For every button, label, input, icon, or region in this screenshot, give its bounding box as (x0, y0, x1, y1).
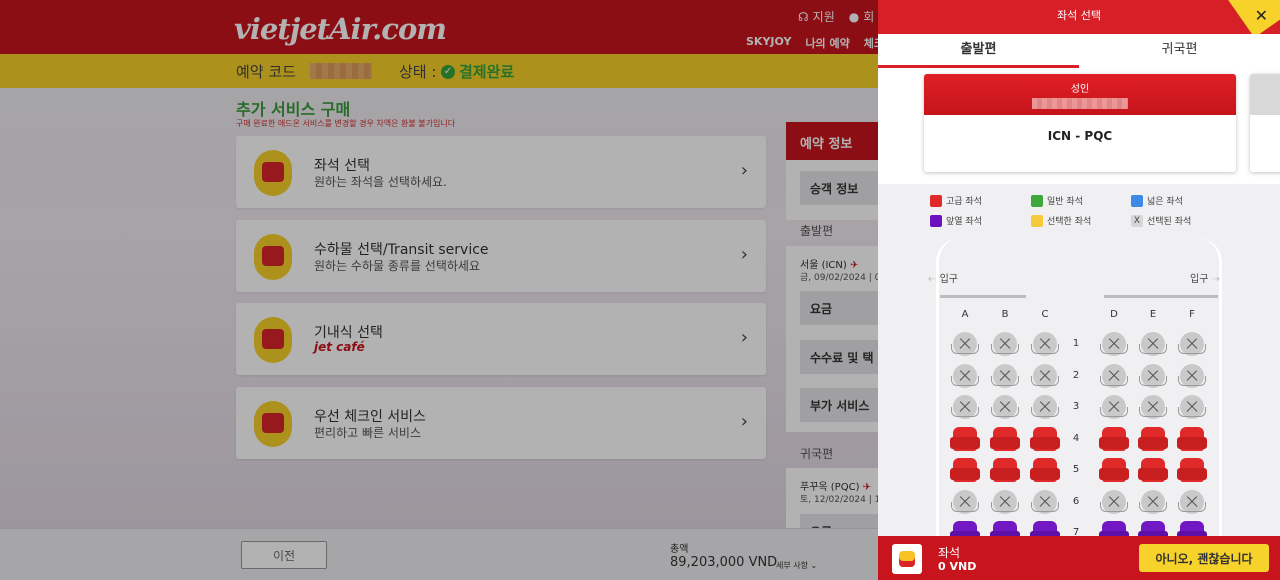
passenger-carousel: 성인 ICN - PQC (878, 68, 1280, 184)
seat-4a[interactable] (950, 426, 980, 451)
flight-tabs: 출발편 귀국편 (878, 34, 1280, 68)
seat-2f (1178, 363, 1206, 388)
seat-6e (1139, 489, 1167, 514)
seat-1b (991, 332, 1019, 356)
legend-wide: 넓은 좌석 (1131, 194, 1183, 207)
exit-bar-left (940, 295, 1026, 298)
passenger-card[interactable]: 성인 ICN - PQC (924, 74, 1236, 172)
seat-3a (951, 395, 979, 419)
seat-column-a: A (961, 309, 969, 320)
seat-6a (951, 489, 979, 514)
seat-4d[interactable] (1099, 426, 1129, 451)
legend-front: 앞열 좌석 (930, 214, 982, 227)
seat-selection-panel: 좌석 선택 ✕ 출발편 귀국편 성인 ICN - PQC 고급 좌석 일반 좌석… (878, 0, 1280, 580)
seat-1f (1178, 332, 1206, 356)
seat-4f[interactable] (1177, 426, 1207, 451)
seat-6b (991, 489, 1019, 514)
seat-3b (991, 395, 1019, 419)
seat-3c (1031, 395, 1059, 419)
seat-1c (1031, 332, 1059, 356)
seat-2c (1031, 363, 1059, 388)
panel-footer: 좌석 0 VND 아니오, 괜찮습니다 (878, 536, 1280, 580)
exit-right: 입구 ⇢ (1190, 274, 1220, 285)
seat-4e[interactable] (1138, 426, 1168, 451)
passenger-name-redacted (1032, 98, 1128, 109)
seat-2b (991, 363, 1019, 388)
seat-5f[interactable] (1177, 458, 1207, 482)
seat-column-c: C (1041, 309, 1049, 320)
seat-column-f: F (1189, 309, 1195, 320)
seat-5b[interactable] (990, 458, 1020, 482)
legend-taken: X 선택된 좌석 (1131, 214, 1191, 227)
seat-2d (1100, 363, 1128, 388)
tab-outbound[interactable]: 출발편 (878, 34, 1079, 68)
footer-price: 0 VND (938, 560, 977, 573)
seat-3d (1100, 395, 1128, 419)
passenger-card-next[interactable] (1250, 74, 1280, 172)
seat-4c[interactable] (1030, 426, 1060, 451)
seat-5e[interactable] (1138, 458, 1168, 482)
exit-left: ⇠ 입구 (928, 274, 958, 285)
seat-row-number: 2 (1072, 369, 1080, 381)
seat-6f (1178, 489, 1206, 514)
seat-column-b: B (1001, 309, 1009, 320)
exit-bar-right (1104, 295, 1218, 298)
seat-5c[interactable] (1030, 458, 1060, 482)
seat-6c (1031, 489, 1059, 514)
seat-row-number: 4 (1072, 432, 1080, 444)
legend-standard: 일반 좌석 (1031, 194, 1083, 207)
corner-accent (1210, 0, 1280, 34)
seat-5a[interactable] (950, 458, 980, 482)
seat-3f (1178, 395, 1206, 419)
legend-premium: 고급 좌석 (930, 194, 982, 207)
seat-column-e: E (1149, 309, 1157, 320)
seat-icon (892, 544, 922, 574)
seat-4b[interactable] (990, 426, 1020, 451)
seat-2a (951, 363, 979, 388)
legend-selected: 선택한 좌석 (1031, 214, 1091, 227)
seat-row-number: 5 (1072, 464, 1080, 475)
tab-return[interactable]: 귀국편 (1079, 34, 1280, 68)
seat-row-number: 6 (1072, 495, 1080, 507)
seat-row-number: 3 (1072, 401, 1080, 412)
seat-1e (1139, 332, 1167, 356)
seat-2e (1139, 363, 1167, 388)
seat-5d[interactable] (1099, 458, 1129, 482)
close-icon[interactable]: ✕ (1255, 6, 1268, 25)
seat-row-number: 1 (1072, 338, 1080, 349)
seat-1a (951, 332, 979, 356)
seat-column-d: D (1110, 309, 1118, 320)
seat-6d (1100, 489, 1128, 514)
footer-label: 좌석 (938, 546, 961, 560)
passenger-type: 성인 (1070, 84, 1090, 95)
seat-3e (1139, 395, 1167, 419)
seat-1d (1100, 332, 1128, 356)
passenger-route: ICN - PQC (1047, 129, 1113, 143)
decline-button[interactable]: 아니오, 괜찮습니다 (1139, 544, 1269, 572)
